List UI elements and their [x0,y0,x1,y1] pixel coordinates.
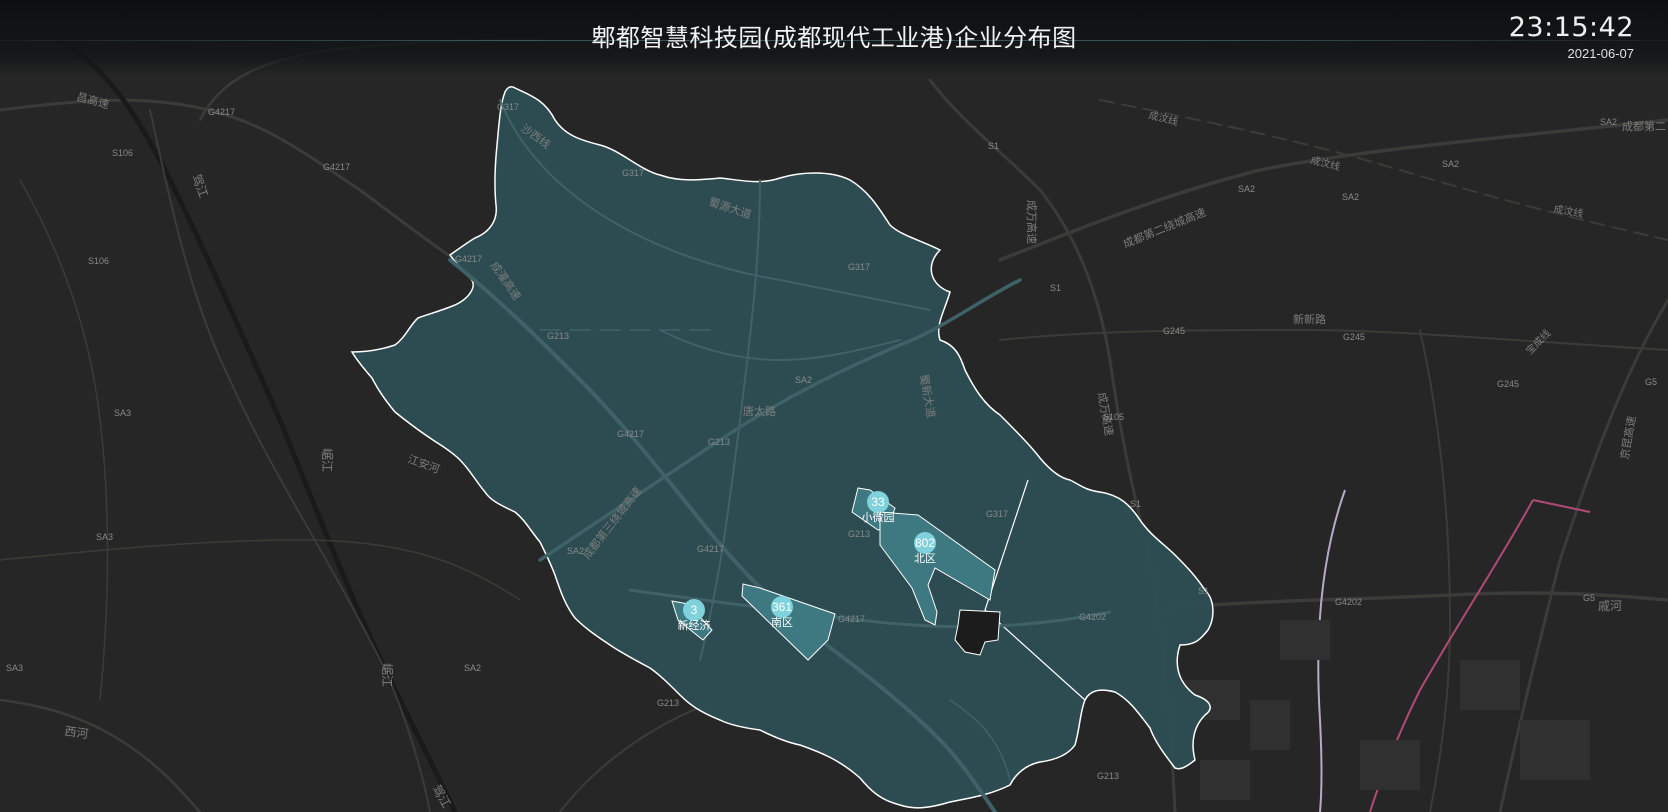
road-code: G245 [1163,326,1185,336]
zone-name: 小微园 [862,510,895,524]
road-code: G317 [622,168,644,178]
road-code: G4217 [323,162,350,172]
road-code: G213 [1097,771,1119,781]
road-code: G213 [657,698,679,708]
road-code: SA2 [464,663,481,673]
page-title: 郫都智慧科技园(成都现代工业港)企业分布图 [591,24,1077,52]
road-code: S1 [1050,283,1061,293]
zone-count: 361 [772,600,792,614]
zone-name: 新经济 [678,618,711,632]
road-code: G213 [848,529,870,539]
zone-name: 南区 [771,616,793,629]
road-code: G4217 [208,107,235,117]
road-label: 成万高速 [1025,200,1039,244]
clock-date: 2021-06-07 [1567,46,1635,61]
zone-count: 3 [691,603,698,617]
road-code: SA2 [1238,184,1255,194]
road-code: G245 [1343,332,1365,342]
road-label: 崌江 [380,663,395,687]
road-code: G317 [986,509,1008,519]
road-code: SA3 [6,663,23,673]
road-code: SA2 [1600,117,1617,127]
zone-count: 33 [871,495,885,509]
zone-pin-nanqu[interactable]: 361 南区 [771,596,793,629]
road-code: S1 [1198,586,1209,596]
road-code: SA3 [114,408,131,418]
road-label: 崌江 [320,448,335,472]
road-label: 戚河 [1598,599,1622,613]
map-canvas[interactable]: 33 小微园 802 北区 361 南区 3 新经济 沙西线 蜀源大道 唐太路 … [0,0,1668,812]
road-code: G213 [708,437,730,447]
road-label: 唐太路 [743,404,776,418]
road-code: S1 [988,141,999,151]
clock-time: 23:15:42 [1508,12,1634,43]
road-code: G4217 [455,254,482,264]
road-code: SA2 [1442,159,1459,169]
road-code: SA3 [96,532,113,542]
road-code: SA2 [795,375,812,385]
zone-count: 802 [915,536,935,550]
road-code: S1 [1130,499,1141,509]
road-code: SA2 [567,546,584,556]
road-code: G4217 [617,429,644,439]
road-code: G4217 [838,614,865,624]
header-bar: 郫都智慧科技园(成都现代工业港)企业分布图 23:15:42 2021-06-0… [0,0,1668,76]
road-code: G245 [1497,379,1519,389]
road-code: G4202 [1335,597,1362,607]
road-code: SA2 [1342,192,1359,202]
road-label: 成都第二 [1622,119,1666,133]
road-code: G5 [1583,593,1595,603]
zone-pin-beiqu[interactable]: 802 北区 [914,532,936,565]
road-label: 新新路 [1293,312,1326,326]
road-code: G5 [1645,377,1657,387]
road-code: G4202 [1079,612,1106,622]
road-code: G213 [547,331,569,341]
road-code: G317 [497,102,519,112]
road-code: G317 [848,262,870,272]
road-code: G4217 [697,544,724,554]
zone-name: 北区 [914,552,936,565]
road-code: S106 [112,148,133,158]
map-stage[interactable]: 33 小微园 802 北区 361 南区 3 新经济 沙西线 蜀源大道 唐太路 … [0,0,1668,812]
road-code: S105 [1103,412,1124,422]
road-code: S106 [88,256,109,266]
